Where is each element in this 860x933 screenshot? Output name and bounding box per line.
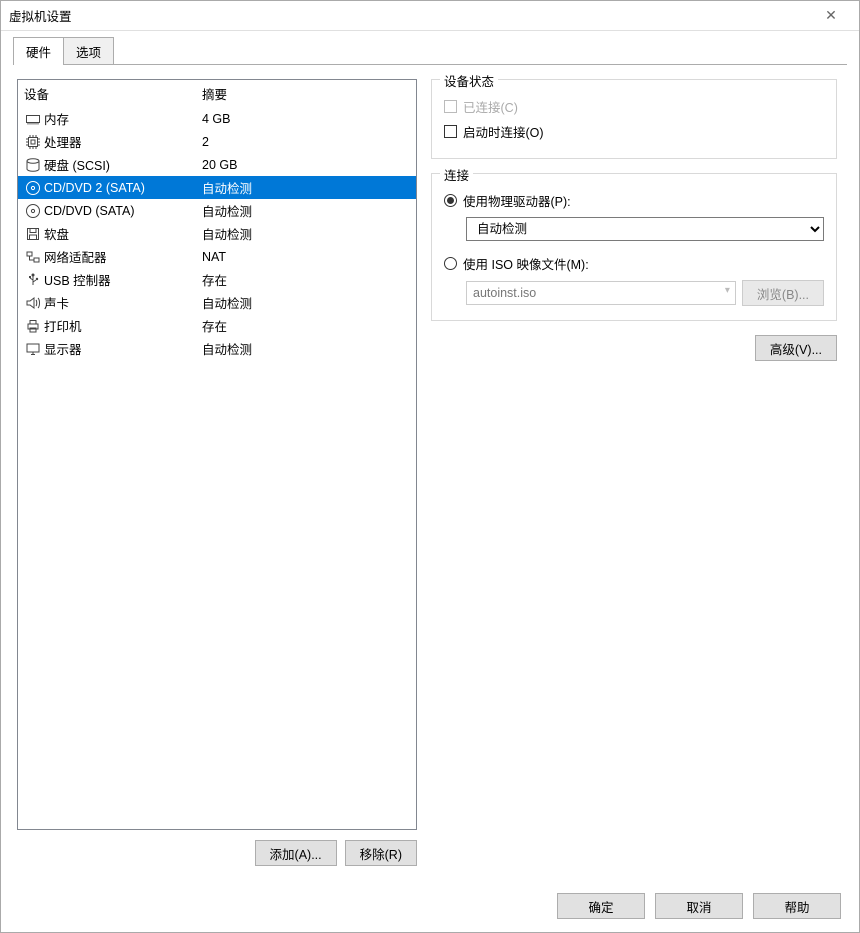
device-name: 显示器 bbox=[44, 339, 202, 358]
connect-poweron-checkbox[interactable] bbox=[444, 125, 457, 138]
help-button[interactable]: 帮助 bbox=[753, 893, 841, 919]
device-row[interactable]: USB 控制器存在 bbox=[18, 268, 416, 291]
floppy-icon bbox=[24, 226, 42, 242]
device-list[interactable]: 设备 摘要 内存4 GB处理器2硬盘 (SCSI)20 GBCD/DVD 2 (… bbox=[17, 79, 417, 830]
connection-group: 连接 使用物理驱动器(P): 自动检测 使用 ISO 映像文件(M): bbox=[431, 173, 837, 321]
connection-legend: 连接 bbox=[440, 165, 473, 184]
close-icon[interactable]: ✕ bbox=[811, 7, 851, 24]
vm-settings-window: 虚拟机设置 ✕ 硬件 选项 设备 摘要 内存4 GB处理器2硬盘 (SCSI)2… bbox=[0, 0, 860, 933]
connected-checkbox bbox=[444, 100, 457, 113]
display-icon bbox=[24, 341, 42, 357]
cd-icon bbox=[24, 203, 42, 219]
connected-label: 已连接(C) bbox=[463, 97, 518, 116]
col-device: 设备 bbox=[24, 84, 202, 103]
device-name: 声卡 bbox=[44, 293, 202, 312]
ok-button[interactable]: 确定 bbox=[557, 893, 645, 919]
device-name: 软盘 bbox=[44, 224, 202, 243]
device-summary: 存在 bbox=[202, 270, 227, 289]
device-summary: 自动检测 bbox=[202, 293, 252, 312]
device-name: CD/DVD 2 (SATA) bbox=[44, 181, 202, 195]
connect-poweron-row[interactable]: 启动时连接(O) bbox=[444, 119, 824, 144]
device-summary: 4 GB bbox=[202, 112, 231, 126]
device-summary: 自动检测 bbox=[202, 339, 252, 358]
device-buttons: 添加(A)... 移除(R) bbox=[17, 830, 417, 880]
device-summary: 20 GB bbox=[202, 158, 237, 172]
device-row[interactable]: 打印机存在 bbox=[18, 314, 416, 337]
use-iso-label: 使用 ISO 映像文件(M): bbox=[463, 254, 589, 273]
hardware-panel: 设备 摘要 内存4 GB处理器2硬盘 (SCSI)20 GBCD/DVD 2 (… bbox=[13, 65, 847, 880]
use-physical-label: 使用物理驱动器(P): bbox=[463, 191, 571, 210]
device-summary: 自动检测 bbox=[202, 201, 252, 220]
disk-icon bbox=[24, 157, 42, 173]
chevron-down-icon: ▾ bbox=[725, 285, 730, 296]
dialog-footer: 确定 取消 帮助 bbox=[1, 880, 859, 932]
device-status-group: 设备状态 已连接(C) 启动时连接(O) bbox=[431, 79, 837, 159]
device-summary: NAT bbox=[202, 250, 226, 264]
use-iso-row[interactable]: 使用 ISO 映像文件(M): bbox=[444, 251, 824, 276]
device-status-legend: 设备状态 bbox=[440, 71, 498, 90]
physical-drive-select-wrap: 自动检测 bbox=[466, 217, 824, 241]
browse-button: 浏览(B)... bbox=[742, 280, 824, 306]
device-row[interactable]: 网络适配器NAT bbox=[18, 245, 416, 268]
device-name: 网络适配器 bbox=[44, 247, 202, 266]
iso-path-input: autoinst.iso ▾ bbox=[466, 281, 736, 305]
tab-bar: 硬件 选项 bbox=[13, 39, 847, 65]
memory-icon bbox=[24, 111, 42, 127]
device-row[interactable]: CD/DVD (SATA)自动检测 bbox=[18, 199, 416, 222]
device-list-header: 设备 摘要 bbox=[18, 80, 416, 107]
sound-icon bbox=[24, 295, 42, 311]
tab-hardware[interactable]: 硬件 bbox=[13, 37, 64, 65]
device-summary: 自动检测 bbox=[202, 178, 252, 197]
device-row[interactable]: 硬盘 (SCSI)20 GB bbox=[18, 153, 416, 176]
device-name: 打印机 bbox=[44, 316, 202, 335]
advanced-button[interactable]: 高级(V)... bbox=[755, 335, 837, 361]
printer-icon bbox=[24, 318, 42, 334]
col-summary: 摘要 bbox=[202, 84, 227, 103]
use-physical-row[interactable]: 使用物理驱动器(P): bbox=[444, 188, 824, 213]
use-physical-radio[interactable] bbox=[444, 194, 457, 207]
connect-poweron-label: 启动时连接(O) bbox=[463, 122, 544, 141]
device-row[interactable]: CD/DVD 2 (SATA)自动检测 bbox=[18, 176, 416, 199]
network-icon bbox=[24, 249, 42, 265]
dialog-body: 硬件 选项 设备 摘要 内存4 GB处理器2硬盘 (SCSI)20 GBCD/D… bbox=[1, 31, 859, 880]
tab-options[interactable]: 选项 bbox=[63, 37, 114, 65]
iso-path-value: autoinst.iso bbox=[466, 281, 736, 305]
connected-checkbox-row: 已连接(C) bbox=[444, 94, 824, 119]
device-name: CD/DVD (SATA) bbox=[44, 204, 202, 218]
device-row[interactable]: 处理器2 bbox=[18, 130, 416, 153]
device-name: 内存 bbox=[44, 109, 202, 128]
add-button[interactable]: 添加(A)... bbox=[255, 840, 337, 866]
cd-icon bbox=[24, 180, 42, 196]
cpu-icon bbox=[24, 134, 42, 150]
window-title: 虚拟机设置 bbox=[9, 6, 811, 25]
right-column: 设备状态 已连接(C) 启动时连接(O) 连接 使用物理驱动器(P): bbox=[431, 79, 843, 880]
titlebar: 虚拟机设置 ✕ bbox=[1, 1, 859, 31]
usb-icon bbox=[24, 272, 42, 288]
iso-input-row: autoinst.iso ▾ 浏览(B)... bbox=[466, 280, 824, 306]
device-row[interactable]: 显示器自动检测 bbox=[18, 337, 416, 360]
left-column: 设备 摘要 内存4 GB处理器2硬盘 (SCSI)20 GBCD/DVD 2 (… bbox=[17, 79, 417, 880]
device-row[interactable]: 声卡自动检测 bbox=[18, 291, 416, 314]
use-iso-radio[interactable] bbox=[444, 257, 457, 270]
device-row[interactable]: 内存4 GB bbox=[18, 107, 416, 130]
cancel-button[interactable]: 取消 bbox=[655, 893, 743, 919]
device-name: USB 控制器 bbox=[44, 270, 202, 289]
device-summary: 存在 bbox=[202, 316, 227, 335]
device-row[interactable]: 软盘自动检测 bbox=[18, 222, 416, 245]
device-summary: 2 bbox=[202, 135, 209, 149]
advanced-row: 高级(V)... bbox=[431, 335, 837, 361]
physical-drive-select[interactable]: 自动检测 bbox=[466, 217, 824, 241]
remove-button[interactable]: 移除(R) bbox=[345, 840, 417, 866]
device-summary: 自动检测 bbox=[202, 224, 252, 243]
device-name: 硬盘 (SCSI) bbox=[44, 155, 202, 174]
device-name: 处理器 bbox=[44, 132, 202, 151]
